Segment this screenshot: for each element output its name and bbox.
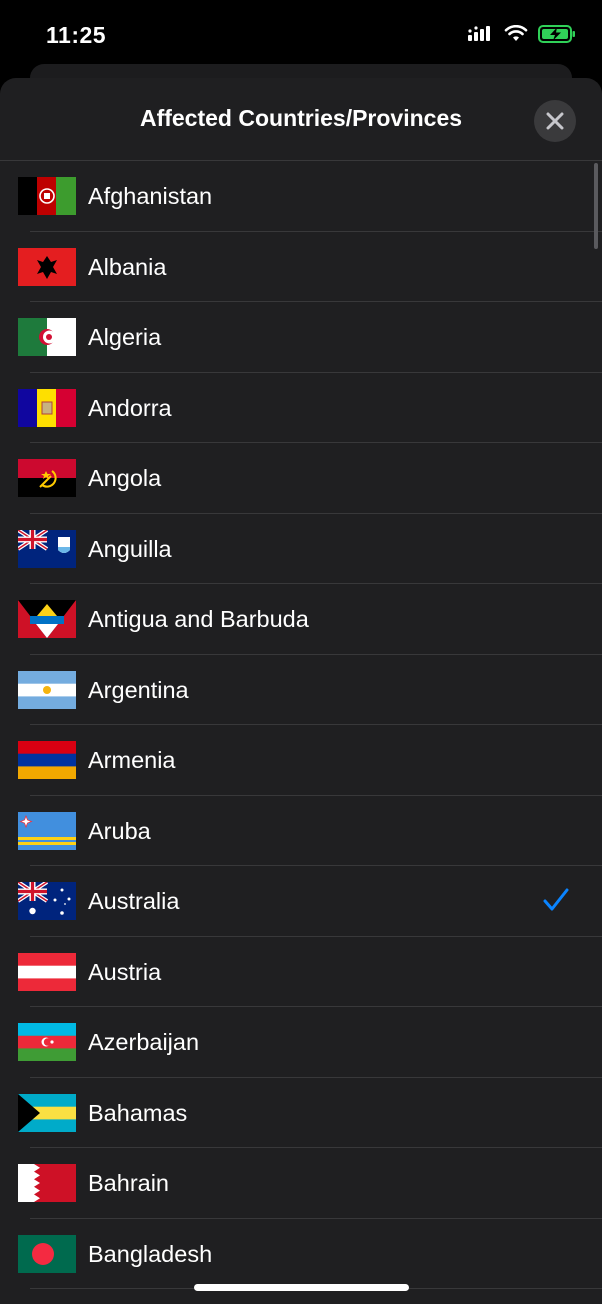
home-indicator[interactable] xyxy=(194,1284,409,1291)
country-name: Anguilla xyxy=(88,535,172,562)
sheet-title: Affected Countries/Provinces xyxy=(139,105,463,131)
country-name: Australia xyxy=(88,888,180,914)
country-name: Albania xyxy=(88,253,167,280)
country-name: Andorra xyxy=(88,394,172,421)
country-row-azerbaijan[interactable]: Azerbaijan xyxy=(0,1007,602,1078)
bahrain-flag-icon xyxy=(18,1164,76,1202)
country-row-albania[interactable]: Albania xyxy=(0,232,602,303)
country-name: Antigua and Barbuda xyxy=(88,606,309,632)
country-name: Bahamas xyxy=(88,1099,188,1126)
scrollbar[interactable] xyxy=(594,163,598,249)
country-row-bahamas[interactable]: Bahamas xyxy=(0,1078,602,1149)
country-row-bahrain[interactable]: Bahrain xyxy=(0,1148,602,1219)
cellular-signal-icon xyxy=(468,26,490,41)
country-row-aruba[interactable]: Aruba xyxy=(0,796,602,867)
status-bar: 11:25 xyxy=(0,0,602,72)
country-name: Angola xyxy=(88,465,162,491)
australia-flag-icon xyxy=(18,882,76,920)
status-icons xyxy=(468,24,576,44)
close-icon xyxy=(546,112,564,130)
albania-flag-icon xyxy=(18,247,76,286)
bangladesh-flag-icon xyxy=(18,1234,76,1273)
country-row-austria[interactable]: Austria xyxy=(0,937,602,1008)
country-row-antigua-and-barbuda[interactable]: Antigua and Barbuda xyxy=(0,584,602,655)
azerbaijan-flag-icon xyxy=(18,1023,76,1061)
checkmark-icon xyxy=(543,888,569,911)
armenia-flag-icon xyxy=(18,741,76,779)
andorra-flag-icon xyxy=(18,388,76,427)
anguilla-flag-icon xyxy=(18,529,76,568)
close-button[interactable] xyxy=(534,100,576,142)
aruba-flag-icon xyxy=(18,811,76,850)
country-row-afghanistan[interactable]: Afghanistan xyxy=(0,161,602,232)
afghanistan-flag-icon xyxy=(18,177,76,215)
argentina-flag-icon xyxy=(18,670,76,709)
bahamas-flag-icon xyxy=(18,1093,76,1132)
country-row-bangladesh[interactable]: Bangladesh xyxy=(0,1219,602,1290)
wifi-icon xyxy=(504,25,528,41)
country-row-angola[interactable]: Angola xyxy=(0,443,602,514)
country-name: Bangladesh xyxy=(88,1240,213,1267)
status-time: 11:25 xyxy=(46,22,107,48)
antigua-and-barbuda-flag-icon xyxy=(18,600,76,638)
countries-sheet: Affected Countries/Provinces Afghanistan… xyxy=(0,78,602,1304)
country-name: Armenia xyxy=(88,747,176,773)
country-row-armenia[interactable]: Armenia xyxy=(0,725,602,796)
country-name: Aruba xyxy=(88,817,151,844)
country-row-algeria[interactable]: Algeria xyxy=(0,302,602,373)
country-row-australia[interactable]: Australia xyxy=(0,866,602,937)
angola-flag-icon xyxy=(18,459,76,497)
algeria-flag-icon xyxy=(18,318,76,356)
country-name: Afghanistan xyxy=(88,183,213,209)
country-name: Algeria xyxy=(88,324,162,350)
country-name: Argentina xyxy=(88,676,189,703)
country-row-andorra[interactable]: Andorra xyxy=(0,373,602,444)
country-list: Afghanistan Albania Algeria Andorra Ango… xyxy=(0,161,602,1289)
country-row-anguilla[interactable]: Anguilla xyxy=(0,514,602,585)
country-row-argentina[interactable]: Argentina xyxy=(0,655,602,726)
sheet-header: Affected Countries/Provinces xyxy=(0,78,602,161)
country-name: Azerbaijan xyxy=(88,1029,200,1055)
country-name: Bahrain xyxy=(88,1170,169,1196)
austria-flag-icon xyxy=(18,952,76,991)
country-name: Austria xyxy=(88,958,162,985)
battery-charging-icon xyxy=(538,25,575,43)
